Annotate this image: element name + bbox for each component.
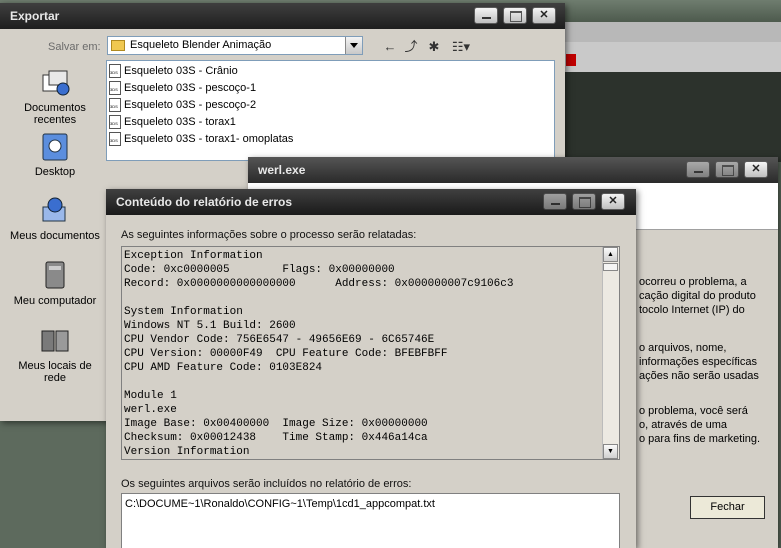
place-network[interactable]: Meus locais de rede xyxy=(6,325,104,384)
place-recent-documents[interactable]: Documentos recentes xyxy=(6,67,104,126)
maximize-button xyxy=(572,193,596,210)
3ds-file-icon xyxy=(109,98,121,112)
place-label: Meus documentos xyxy=(10,230,100,242)
report-line: Version Information xyxy=(124,446,250,458)
view-menu-icon[interactable]: ☷▾ xyxy=(449,39,473,55)
werl-text-line: cação digital do produto xyxy=(639,290,756,302)
scroll-down-icon[interactable]: ▼ xyxy=(603,444,618,459)
werl-text-line: o para fins de marketing. xyxy=(639,433,761,445)
report-line: Image Base: 0x00400000 Image Size: 0x000… xyxy=(124,418,428,430)
folder-icon xyxy=(111,40,125,51)
maximize-button[interactable] xyxy=(503,7,527,24)
minimize-button[interactable] xyxy=(474,7,498,24)
my-computer-icon xyxy=(45,261,65,289)
werl-text-line: o problema, você será xyxy=(639,405,748,417)
3ds-file-icon xyxy=(109,81,121,95)
files-label: Os seguintes arquivos serão incluídos no… xyxy=(121,478,412,490)
save-in-label: Salvar em: xyxy=(48,41,101,53)
report-line: Windows NT 5.1 Build: 2600 xyxy=(124,320,296,332)
background-panel xyxy=(560,22,781,43)
minimize-button xyxy=(686,161,710,178)
report-line: Checksum: 0x00012438 Time Stamp: 0x446a1… xyxy=(124,432,428,444)
report-line: CPU Vendor Code: 756E6547 - 49656E69 - 6… xyxy=(124,334,435,346)
close-button[interactable]: ✕ xyxy=(532,7,556,24)
report-line: werl.exe xyxy=(124,404,177,416)
report-line: Module 1 xyxy=(124,390,177,402)
scroll-thumb[interactable] xyxy=(603,263,618,271)
maximize-button xyxy=(715,161,739,178)
report-line: System Information xyxy=(124,306,243,318)
report-line: Record: 0x0000000000000000 Address: 0x00… xyxy=(124,278,514,290)
background-panel-bar xyxy=(565,42,781,72)
save-in-dropdown[interactable]: Esqueleto Blender Animação xyxy=(107,36,363,55)
place-label: Desktop xyxy=(34,166,76,178)
file-item[interactable]: Esqueleto 03S - Crânio xyxy=(109,64,238,80)
error-report-dialog: Conteúdo do relatório de erros ✕ As segu… xyxy=(106,189,636,548)
background-viewport xyxy=(565,72,781,162)
file-item[interactable]: Esqueleto 03S - torax1 xyxy=(109,115,236,131)
background-red-marker xyxy=(566,54,576,66)
file-item[interactable]: Esqueleto 03S - torax1- omoplatas xyxy=(109,132,293,148)
werl-text-line: o arquivos, nome, xyxy=(639,342,727,354)
export-titlebar[interactable]: Exportar ✕ xyxy=(0,3,565,29)
export-title: Exportar xyxy=(10,9,60,23)
close-button[interactable]: ✕ xyxy=(601,193,625,210)
werl-text-line: tocolo Internet (IP) do xyxy=(639,304,745,316)
desktop-icon xyxy=(42,133,68,161)
error-report-titlebar[interactable]: Conteúdo do relatório de erros ✕ xyxy=(106,189,636,215)
chevron-down-icon[interactable] xyxy=(345,37,362,54)
report-line: Exception Information xyxy=(124,250,263,262)
3ds-file-icon xyxy=(109,64,121,78)
back-icon[interactable]: ← xyxy=(381,39,399,55)
minimize-button xyxy=(543,193,567,210)
included-file-path: C:\DOCUME~1\Ronaldo\CONFIG~1\Temp\1cd1_a… xyxy=(125,498,435,510)
file-list[interactable]: Esqueleto 03S - Crânio Esqueleto 03S - p… xyxy=(106,60,555,161)
report-line: Code: 0xc0000005 Flags: 0x00000000 xyxy=(124,264,395,276)
report-line: CPU AMD Feature Code: 0103E824 xyxy=(124,362,323,374)
save-in-value: Esqueleto Blender Animação xyxy=(130,39,272,51)
error-report-title: Conteúdo do relatório de erros xyxy=(116,195,293,209)
place-my-computer[interactable]: Meu computador xyxy=(6,260,104,307)
fechar-button[interactable]: Fechar xyxy=(690,496,765,519)
report-intro-label: As seguintes informações sobre o process… xyxy=(121,229,417,241)
report-details-textbox[interactable]: Exception Information Code: 0xc0000005 F… xyxy=(121,246,620,460)
werl-title: werl.exe xyxy=(258,163,306,177)
vertical-scrollbar[interactable]: ▲ ▼ xyxy=(602,247,619,459)
close-button[interactable]: ✕ xyxy=(744,161,768,178)
recent-documents-icon xyxy=(42,70,70,96)
3ds-file-icon xyxy=(109,132,121,146)
file-item[interactable]: Esqueleto 03S - pescoço-2 xyxy=(109,98,256,114)
werl-titlebar[interactable]: werl.exe ✕ xyxy=(248,157,778,183)
new-folder-icon[interactable]: ✱ xyxy=(425,39,443,55)
place-label: Meus locais de rede xyxy=(18,360,92,384)
place-my-documents[interactable]: Meus documentos xyxy=(6,195,104,242)
werl-text-line: ações não serão usadas xyxy=(639,370,759,382)
werl-text-line: ocorreu o problema, a xyxy=(639,276,747,288)
included-files-textbox[interactable]: C:\DOCUME~1\Ronaldo\CONFIG~1\Temp\1cd1_a… xyxy=(121,493,620,548)
place-label: Meu computador xyxy=(13,295,97,307)
place-label: Documentos recentes xyxy=(24,102,86,126)
network-places-icon xyxy=(41,330,69,352)
werl-text-line: o, através de uma xyxy=(639,419,728,431)
place-desktop[interactable]: Desktop xyxy=(6,131,104,178)
scroll-up-icon[interactable]: ▲ xyxy=(603,247,618,262)
werl-text-line: informações específicas xyxy=(639,356,757,368)
file-item[interactable]: Esqueleto 03S - pescoço-1 xyxy=(109,81,256,97)
3ds-file-icon xyxy=(109,115,121,129)
report-line: CPU Version: 00000F49 CPU Feature Code: … xyxy=(124,348,448,360)
my-documents-icon xyxy=(42,197,66,222)
up-folder-icon[interactable]: ⤴ xyxy=(402,39,420,55)
